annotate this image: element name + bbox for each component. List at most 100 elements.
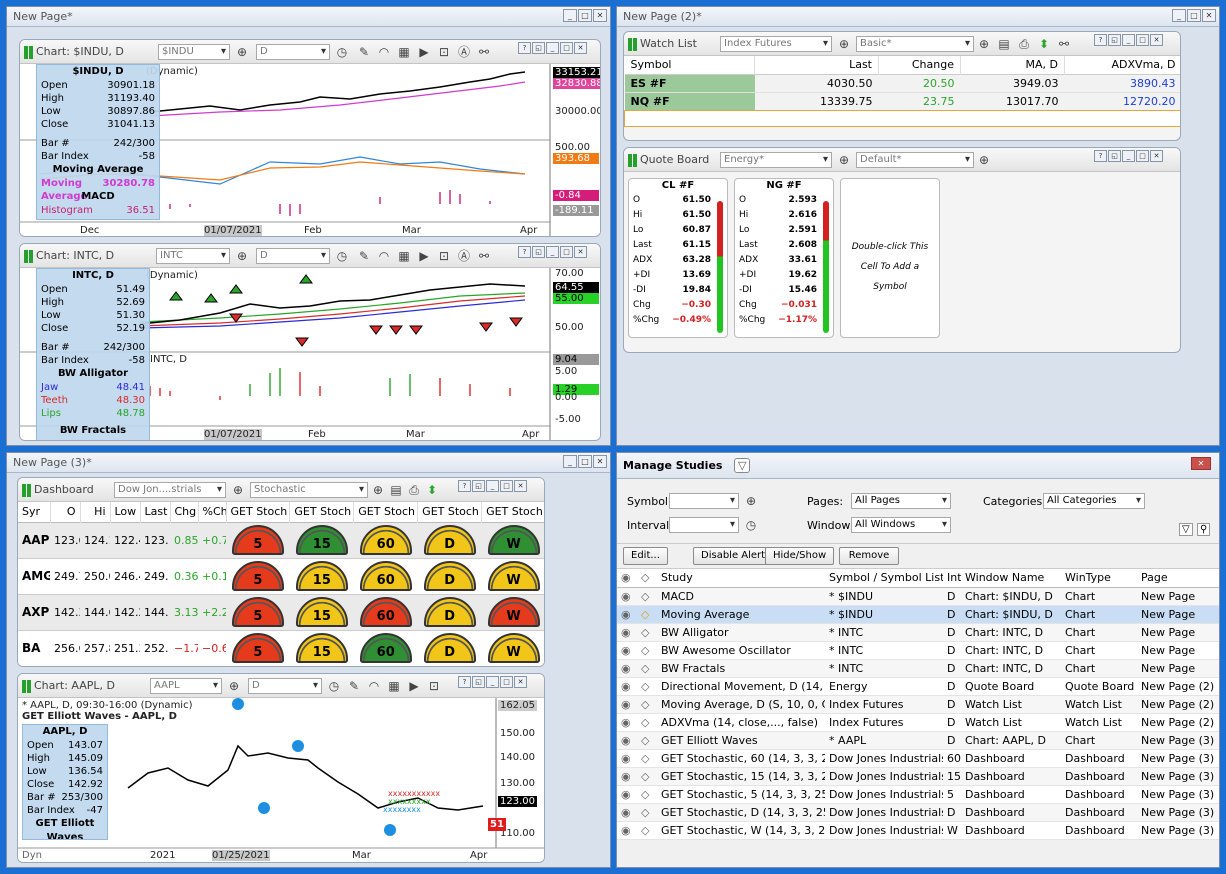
pencil-icon[interactable]: ✎: [356, 248, 372, 264]
alert-icon[interactable]: ◇: [637, 587, 657, 605]
help-button[interactable]: ?: [458, 480, 471, 492]
column-header[interactable]: WinType: [1061, 569, 1137, 587]
eye-icon[interactable]: ◉: [617, 785, 637, 803]
stochastic-gauge[interactable]: W: [487, 597, 540, 627]
column-header[interactable]: GET Stoch: [226, 502, 291, 522]
table-row[interactable]: BA256.6257.8251.3252.−1.76−0.651560DW: [18, 630, 544, 666]
eye-icon[interactable]: ◉: [617, 641, 637, 659]
clock-icon[interactable]: ◷: [326, 678, 342, 694]
alert-icon[interactable]: ◇: [637, 767, 657, 785]
table-row[interactable]: ◉ ◇ BW Fractals * INTC D Chart: INTC, D Chart N…: [617, 659, 1219, 677]
categories-dropdown[interactable]: All Categories: [1043, 493, 1145, 509]
settings-icon[interactable]: ⊕: [976, 152, 992, 168]
chart-area[interactable]: 33153.21 32830.88 30000.00 500.00 393.68…: [20, 64, 600, 236]
pages-dropdown[interactable]: All Pages: [851, 493, 951, 509]
interval-filter-dropdown[interactable]: [669, 517, 739, 533]
interval-dropdown[interactable]: D: [256, 44, 330, 60]
eye-icon[interactable]: ◉: [617, 713, 637, 731]
settings-icon[interactable]: ⊕: [226, 678, 242, 694]
table-row[interactable]: ◉ ◇ Moving Average * $INDU D Chart: $INDU, DC…: [617, 605, 1219, 623]
alert-icon[interactable]: Ⓐ: [456, 248, 472, 264]
alert-icon[interactable]: ◇: [637, 749, 657, 767]
table-row[interactable]: ◉◇Directional Movement, D (14, 14)Energy…: [617, 677, 1219, 695]
stochastic-gauge[interactable]: D: [423, 633, 476, 663]
drawing-icon[interactable]: ◠: [376, 248, 392, 264]
float-button[interactable]: ◱: [472, 480, 485, 492]
table-row[interactable]: ◉ ◇ GET Elliott Waves * AAPL D Chart: AAPL, D…: [617, 731, 1219, 749]
filter-clear-icon[interactable]: ▽: [1179, 523, 1193, 536]
interval-dropdown[interactable]: D: [256, 248, 330, 264]
chart-area[interactable]: xxxxxxxxxxx xxxxxxxxx xxxxxxxx 162.05 150.…: [18, 698, 544, 862]
stochastic-gauge[interactable]: W: [487, 633, 540, 663]
help-button[interactable]: ?: [518, 42, 531, 54]
tools-icon[interactable]: ⊡: [426, 678, 442, 694]
table-row[interactable]: ◉ ◇ BW Alligator * INTC D Chart: INTC, D Chart…: [617, 623, 1219, 641]
eye-icon[interactable]: ◉: [617, 821, 637, 839]
interval-dropdown[interactable]: D: [248, 678, 322, 694]
settings-icon[interactable]: ⊕: [234, 44, 250, 60]
link-icon[interactable]: ⚯: [476, 248, 492, 264]
column-header[interactable]: GET Stoch: [353, 502, 419, 522]
help-button[interactable]: ?: [458, 676, 471, 688]
minimize-button[interactable]: _: [1122, 150, 1135, 162]
stochastic-gauge[interactable]: 5: [231, 597, 284, 627]
table-row[interactable]: ◉ ◇ GET Stochastic, D (14, 3, 3, 25, Dow Jo…: [617, 803, 1219, 821]
stochastic-gauge[interactable]: 60: [359, 633, 412, 663]
float-button[interactable]: ◱: [1108, 34, 1121, 46]
newsletter-icon[interactable]: ▦: [396, 248, 412, 264]
sort-icon[interactable]: ⬍: [424, 482, 440, 498]
maximize-button[interactable]: □: [1136, 34, 1149, 46]
close-button[interactable]: ✕: [574, 246, 587, 258]
stochastic-gauge[interactable]: 5: [231, 561, 284, 591]
eye-icon[interactable]: ◉: [617, 803, 637, 821]
stochastic-gauge[interactable]: 60: [359, 525, 412, 555]
column-header[interactable]: Page: [1137, 569, 1219, 587]
close-button[interactable]: ✕: [593, 9, 607, 22]
alert-icon[interactable]: ◇: [637, 569, 657, 587]
minimize-button[interactable]: _: [563, 455, 577, 468]
print-icon[interactable]: ⎙: [1016, 36, 1032, 52]
stochastic-gauge[interactable]: 5: [231, 525, 284, 555]
filter-icon[interactable]: ▽: [733, 458, 751, 473]
column-header[interactable]: ADXVma, D: [1065, 56, 1181, 74]
alert-icon[interactable]: ◇: [637, 731, 657, 749]
alert-icon[interactable]: ◇: [637, 713, 657, 731]
stochastic-gauge[interactable]: 15: [295, 597, 348, 627]
remove-button[interactable]: Remove: [839, 547, 899, 565]
column-header[interactable]: %Ch: [198, 502, 227, 522]
settings-icon[interactable]: ⊕: [836, 36, 852, 52]
symbol-dropdown[interactable]: INTC: [156, 248, 230, 264]
link-icon[interactable]: ⚯: [1056, 36, 1072, 52]
stochastic-gauge[interactable]: D: [423, 597, 476, 627]
stochastic-gauge[interactable]: D: [423, 561, 476, 591]
help-button[interactable]: ?: [518, 246, 531, 258]
settings-icon[interactable]: ⊕: [743, 493, 759, 509]
search-icon[interactable]: ⚲: [1197, 523, 1211, 536]
eye-icon[interactable]: ◉: [617, 569, 637, 587]
column-header[interactable]: GET Stoch: [417, 502, 483, 522]
stochastic-gauge[interactable]: 5: [231, 633, 284, 663]
eye-icon[interactable]: ◉: [617, 677, 637, 695]
play-icon[interactable]: ▶: [416, 248, 432, 264]
eye-icon[interactable]: ◉: [617, 767, 637, 785]
alert-icon[interactable]: ◇: [637, 695, 657, 713]
stochastic-gauge[interactable]: 60: [359, 561, 412, 591]
window-titlebar[interactable]: New Page (3)* _ □ ✕: [7, 453, 610, 473]
settings-icon[interactable]: ⊕: [976, 36, 992, 52]
chart-area[interactable]: 70.00 64.55 55.00 50.00 9.04 5.00 1.29 0…: [20, 268, 600, 440]
eye-icon[interactable]: ◉: [617, 623, 637, 641]
empty-quote-cell[interactable]: Double-click This Cell To Add a Symbol: [840, 178, 940, 338]
column-header[interactable]: GET Stoch: [481, 502, 544, 522]
symbol-list-dropdown[interactable]: Index Futures: [720, 36, 832, 52]
eye-icon[interactable]: ◉: [617, 749, 637, 767]
quote-card[interactable]: CL #F O 61.50 Hi 61.50 Lo 60.87 Last 61.15 ADX 63…: [628, 178, 728, 338]
minimize-button[interactable]: _: [563, 9, 577, 22]
help-button[interactable]: ?: [1094, 34, 1107, 46]
settings-icon[interactable]: ⊕: [836, 152, 852, 168]
column-header[interactable]: Last: [140, 502, 171, 522]
layout-dropdown[interactable]: Stochastic: [250, 482, 368, 498]
close-button[interactable]: ✕: [514, 676, 527, 688]
maximize-button[interactable]: □: [578, 9, 592, 22]
column-header[interactable]: MA, D: [960, 56, 1065, 74]
eye-icon[interactable]: ◉: [617, 695, 637, 713]
